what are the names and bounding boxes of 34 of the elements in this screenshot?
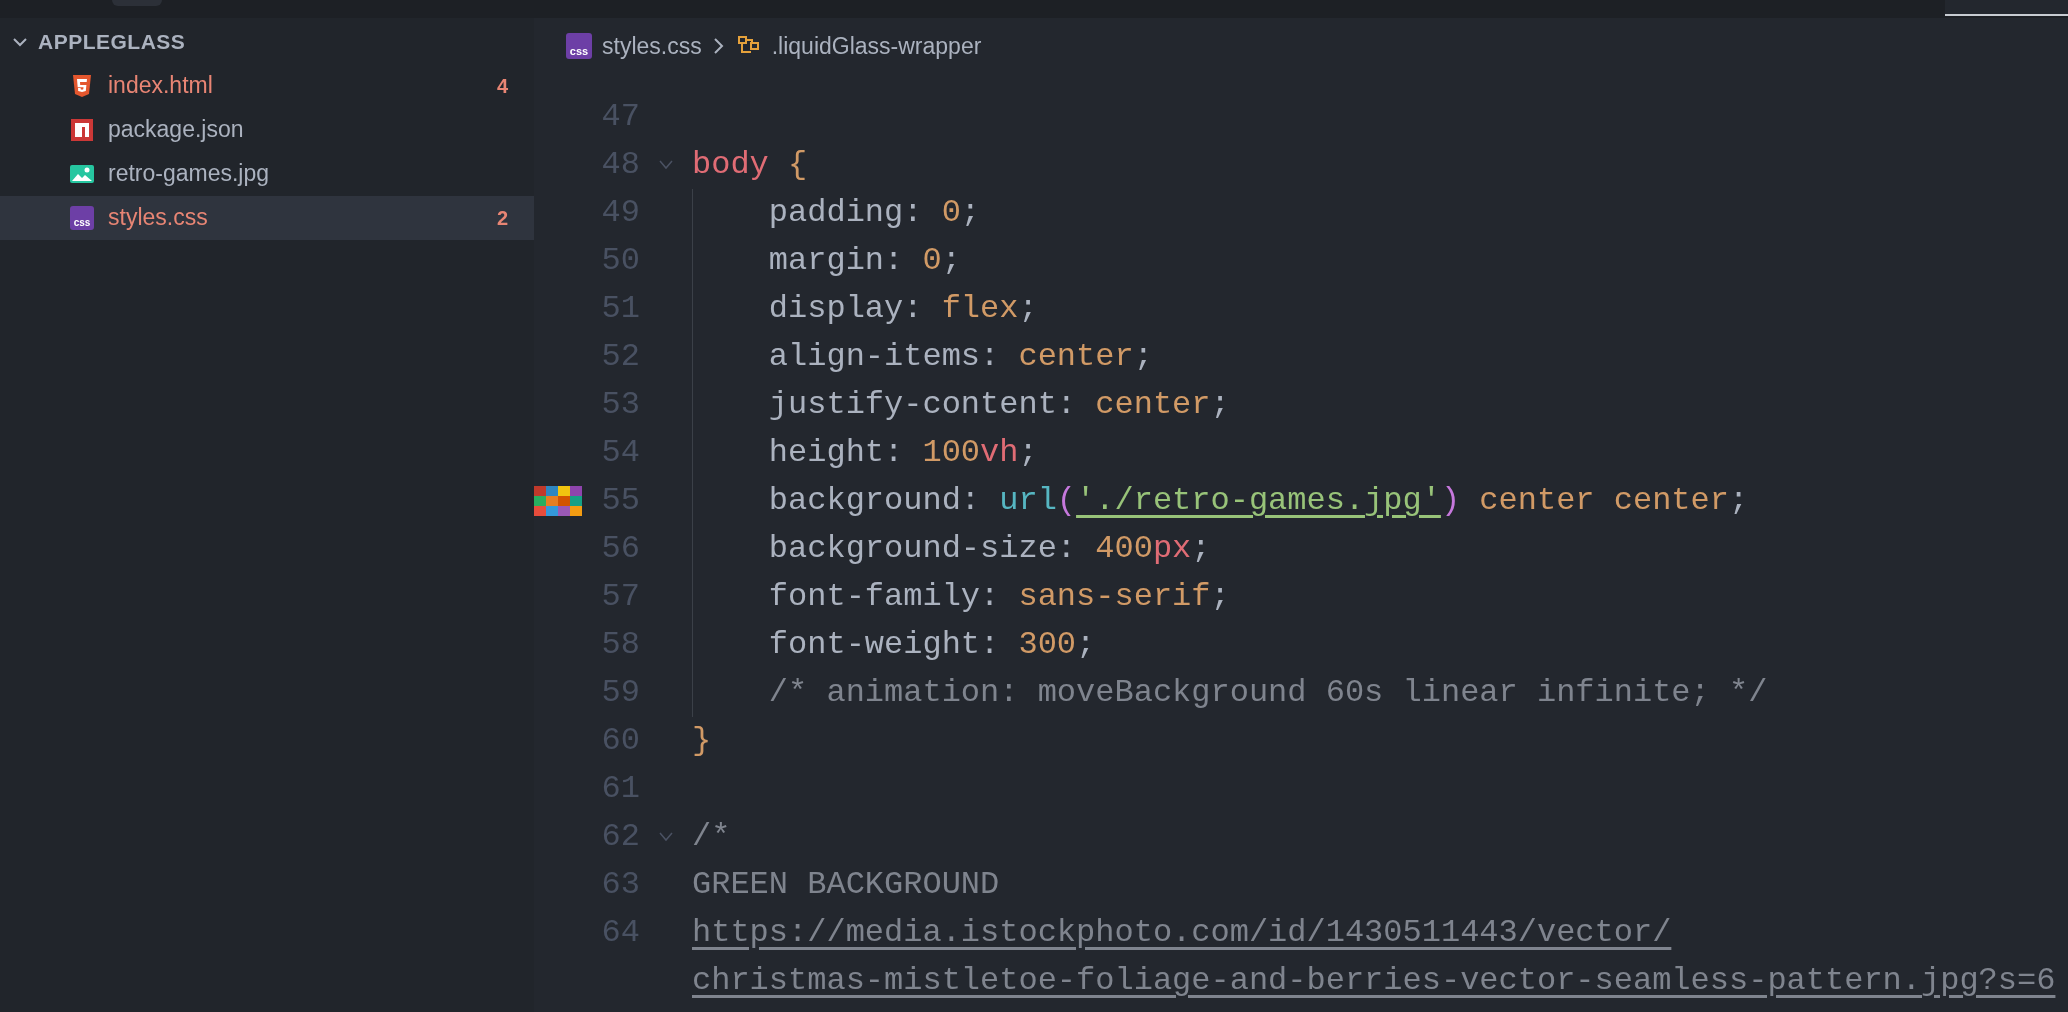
- code-line: margin: 0;: [768, 241, 961, 281]
- breadcrumb-item[interactable]: styles.css: [602, 28, 702, 64]
- code-line: font-family: sans-serif;: [768, 577, 1230, 617]
- code-line: https://media.istockphoto.com/id/1430511443/vector/: [692, 913, 1672, 953]
- code-line: font-weight: 300;: [768, 625, 1096, 665]
- editor-tab[interactable]: [1945, 0, 2068, 16]
- code-line: background-size: 400px;: [768, 529, 1211, 569]
- file-item[interactable]: retro-games.jpg: [0, 151, 534, 196]
- css-file-icon: css: [70, 205, 94, 230]
- code-line: christmas-mistletoe-foliage-and-berries-vector-seamless-pattern.jpg?s=6: [692, 961, 2056, 1001]
- code-line: justify-content: center;: [768, 385, 1230, 425]
- explorer-title: APPLEGLASS: [38, 29, 186, 55]
- file-item[interactable]: package.json: [0, 107, 534, 152]
- code-line: body {: [692, 145, 808, 185]
- code-line: background: url('./retro-games.jpg') center center;: [768, 481, 1749, 521]
- code-line: /* animation: moveBackground 60s linear infinite; */: [768, 673, 1768, 713]
- code-line: GREEN BACKGROUND: [692, 865, 1000, 905]
- file-item[interactable]: css styles.css 2: [0, 195, 534, 240]
- code-line: }: [692, 721, 712, 761]
- file-name: retro-games.jpg: [108, 159, 271, 189]
- html-file-icon: [70, 73, 94, 98]
- file-item[interactable]: index.html 4: [0, 63, 534, 108]
- file-name: index.html: [108, 71, 214, 101]
- file-name: package.json: [108, 115, 245, 145]
- chevron-icon: [711, 36, 726, 56]
- code-line: padding: 0;: [768, 193, 981, 233]
- code-line: /*: [692, 817, 731, 857]
- breadcrumb-item[interactable]: .liquidGlass-wrapper: [771, 28, 982, 64]
- css-file-icon: css: [566, 33, 592, 59]
- code-line: align-items: center;: [768, 337, 1153, 377]
- file-name: styles.css: [108, 203, 209, 233]
- code-line: display: flex;: [768, 289, 1038, 329]
- code-line: height: 100vh;: [768, 433, 1038, 473]
- package-file-icon: [70, 117, 94, 142]
